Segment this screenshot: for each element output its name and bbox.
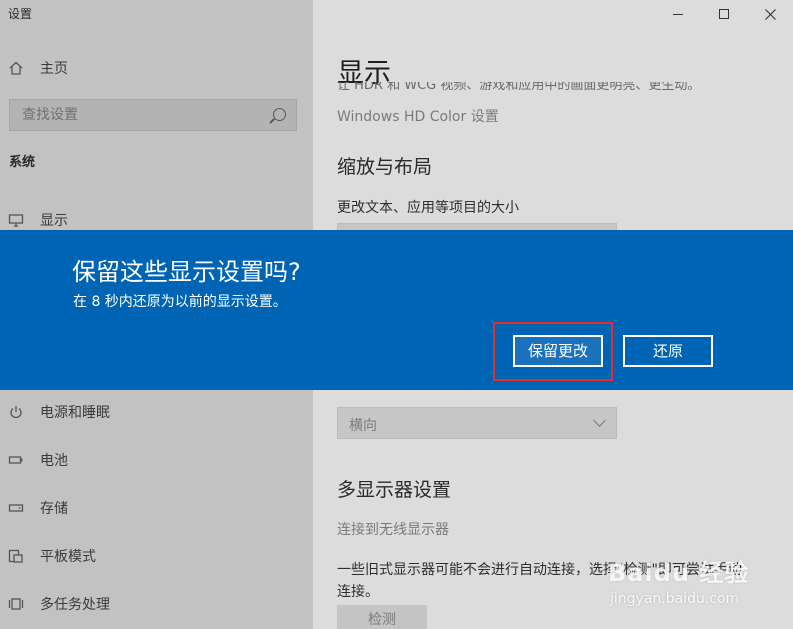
sidebar-home-label: 主页 (40, 61, 68, 77)
sidebar-item-label: 电源和睡眠 (40, 405, 110, 421)
search-box[interactable] (9, 99, 297, 131)
close-button[interactable] (747, 0, 793, 28)
title-bar: 设置 (0, 0, 793, 28)
wireless-display-link[interactable]: 连接到无线显示器 (337, 519, 449, 539)
watermark-brand: Baidu 经验 (608, 559, 750, 587)
sidebar-item-power[interactable]: 电源和睡眠 (8, 402, 110, 422)
orientation-value: 横向 (349, 418, 377, 434)
close-icon (764, 8, 776, 20)
scale-label: 更改文本、应用等项目的大小 (337, 200, 519, 216)
dialog-message: 在 8 秒内还原为以前的显示设置。 (73, 294, 287, 310)
keep-display-settings-dialog: 保留这些显示设置吗? 在 8 秒内还原为以前的显示设置。 保留更改 还原 (0, 230, 793, 390)
hdr-description: 让 HDR 和 WCG 视频、游戏和应用中的画面更明亮、更生动。 (337, 82, 701, 93)
multi-display-description-cont: 连接。 (337, 584, 379, 600)
sidebar-item-home[interactable]: 主页 (8, 58, 68, 78)
sidebar-item-label: 电池 (40, 453, 68, 469)
search-icon[interactable] (273, 108, 286, 121)
scale-layout-heading: 缩放与布局 (337, 156, 433, 178)
monitor-icon (8, 212, 24, 228)
dialog-title: 保留这些显示设置吗? (72, 258, 301, 286)
minimize-button[interactable] (655, 0, 701, 28)
baidu-watermark: Baidu 经验 jingyan.baidu.com (600, 545, 780, 615)
detect-button[interactable]: 检测 (337, 605, 427, 629)
chevron-down-icon (593, 414, 606, 427)
sidebar-item-storage[interactable]: 存储 (8, 498, 68, 518)
revert-button[interactable]: 还原 (623, 335, 713, 367)
sidebar-item-multitasking[interactable]: 多任务处理 (8, 594, 110, 614)
orientation-dropdown[interactable]: 横向 (337, 407, 617, 439)
battery-icon (8, 452, 24, 468)
multi-display-heading: 多显示器设置 (337, 479, 452, 501)
maximize-button[interactable] (701, 0, 747, 28)
home-icon (8, 60, 24, 76)
sidebar-item-display[interactable]: 显示 (8, 210, 68, 230)
sidebar-item-label: 显示 (40, 213, 68, 229)
sidebar-item-label: 多任务处理 (40, 597, 110, 613)
sidebar-item-tablet-mode[interactable]: 平板模式 (8, 546, 96, 566)
window-title: 设置 (8, 7, 33, 21)
sidebar-item-label: 存储 (40, 501, 68, 517)
power-icon (8, 404, 24, 420)
keep-changes-button[interactable]: 保留更改 (513, 335, 603, 367)
multitask-icon (8, 596, 24, 612)
section-label-system: 系统 (9, 155, 36, 170)
sidebar-item-battery[interactable]: 电池 (8, 450, 68, 470)
watermark-url: jingyan.baidu.com (610, 591, 740, 607)
maximize-icon (719, 9, 729, 19)
sidebar-item-label: 平板模式 (40, 549, 96, 565)
minimize-icon (673, 13, 683, 15)
hdr-color-settings-link[interactable]: Windows HD Color 设置 (337, 106, 499, 126)
search-input[interactable] (10, 100, 260, 130)
tablet-icon (8, 548, 24, 564)
storage-icon (8, 500, 24, 516)
